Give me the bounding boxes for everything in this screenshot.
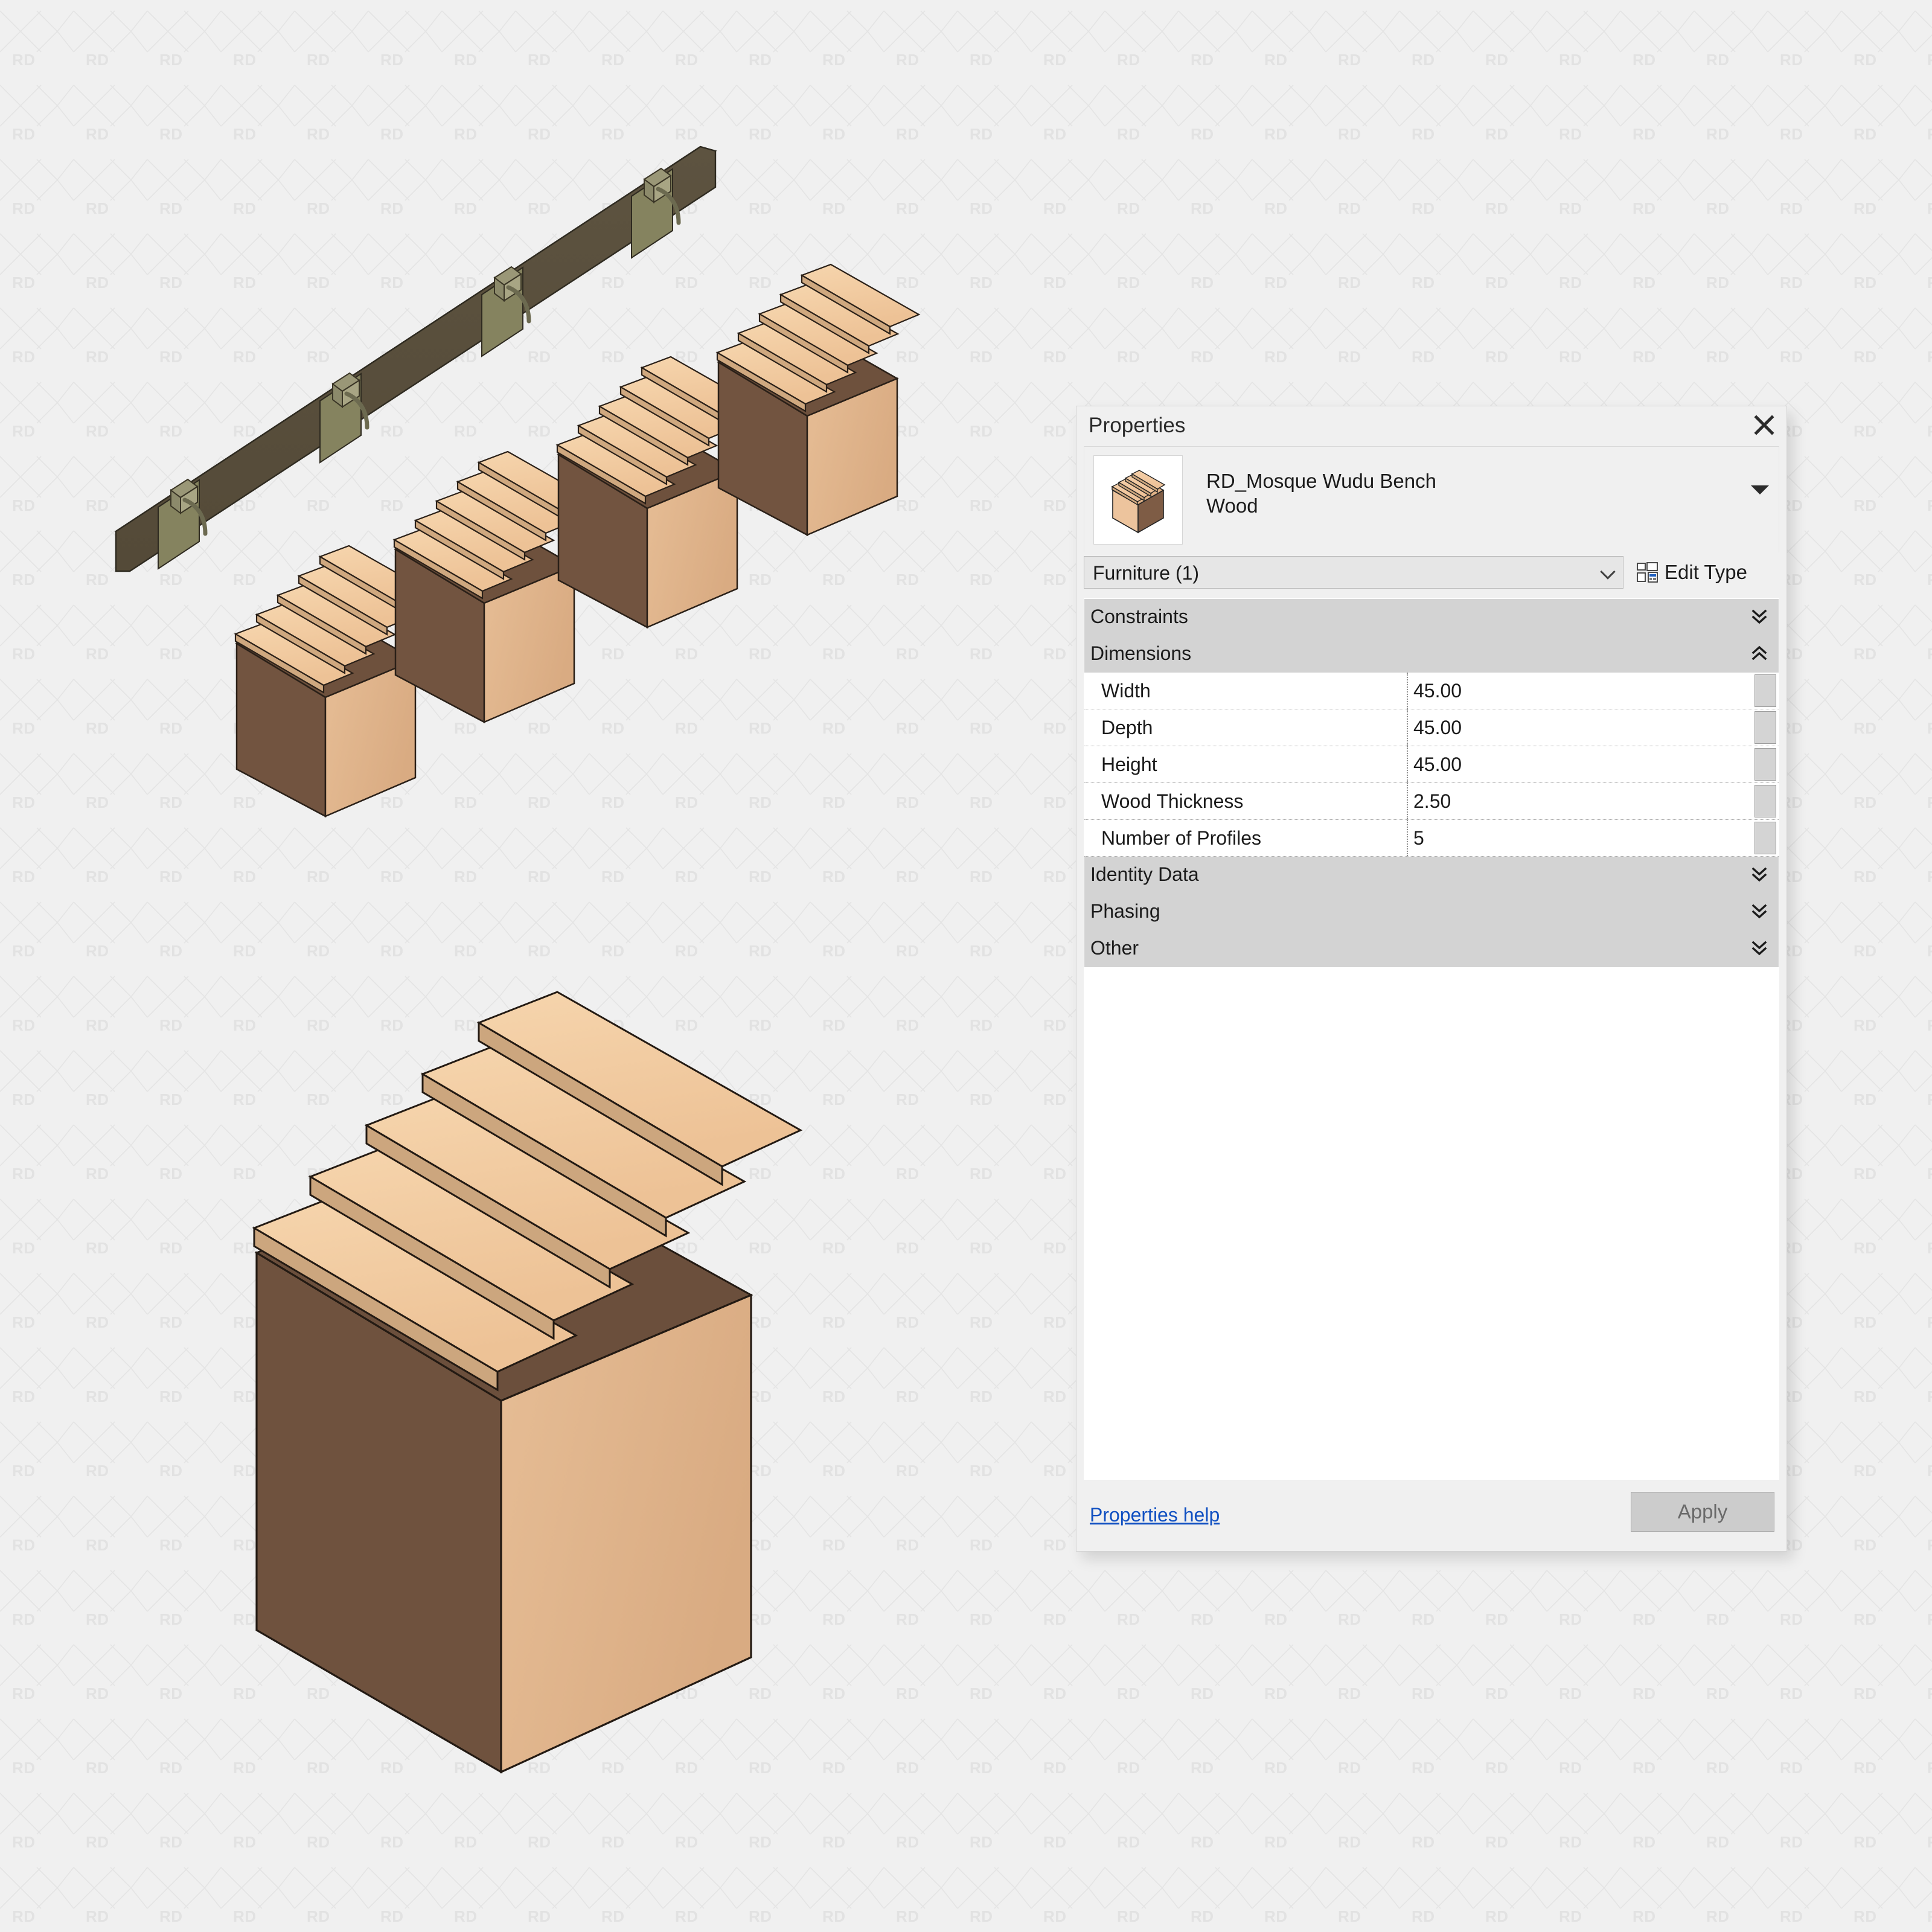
- param-label: Height: [1101, 753, 1157, 775]
- table-row[interactable]: Depth 45.00: [1084, 709, 1779, 746]
- edit-type-label: Edit Type: [1665, 561, 1747, 583]
- category-select-label: Furniture (1): [1093, 562, 1200, 584]
- param-value[interactable]: 45.00: [1413, 680, 1462, 702]
- group-row-identity-data[interactable]: Identity Data: [1084, 857, 1779, 894]
- table-row[interactable]: Width 45.00: [1084, 673, 1779, 709]
- properties-table[interactable]: Constraints Dimensions Width 45.00 Depth…: [1084, 598, 1779, 1480]
- panel-title: Properties: [1089, 414, 1186, 437]
- panel-titlebar: Properties: [1076, 406, 1786, 443]
- table-row[interactable]: Height 45.00: [1084, 746, 1779, 783]
- properties-help-link[interactable]: Properties help: [1090, 1504, 1220, 1526]
- column-divider: [1407, 820, 1408, 856]
- value-stepper[interactable]: [1754, 785, 1776, 817]
- table-row[interactable]: Number of Profiles 5: [1084, 820, 1779, 857]
- panel-footer: Properties help Apply: [1076, 1486, 1786, 1551]
- edit-type-button[interactable]: Edit Type: [1637, 557, 1747, 587]
- chevron-double-down-icon: [1751, 904, 1767, 919]
- group-label: Other: [1090, 937, 1139, 959]
- param-label: Width: [1101, 680, 1151, 702]
- value-stepper[interactable]: [1754, 674, 1776, 707]
- table-row[interactable]: Wood Thickness 2.50: [1084, 783, 1779, 820]
- value-stepper[interactable]: [1754, 748, 1776, 781]
- chevron-double-down-icon: [1751, 941, 1767, 956]
- type-thumbnail: [1093, 455, 1183, 545]
- apply-button[interactable]: Apply: [1631, 1492, 1774, 1532]
- edit-type-icon: [1637, 562, 1658, 583]
- properties-panel[interactable]: Properties RD_Mosque Wudu Bench Wood Fur…: [1076, 406, 1787, 1552]
- chevron-down-icon[interactable]: [1751, 485, 1769, 494]
- chevron-down-icon: [1600, 564, 1616, 580]
- value-stepper[interactable]: [1754, 711, 1776, 744]
- column-divider: [1407, 783, 1408, 819]
- type-name-label: RD_Mosque Wudu Bench Wood: [1206, 470, 1436, 517]
- group-row-constraints[interactable]: Constraints: [1084, 599, 1779, 636]
- chevron-double-down-icon: [1751, 609, 1767, 624]
- group-row-dimensions[interactable]: Dimensions: [1084, 636, 1779, 673]
- type-selector-header[interactable]: RD_Mosque Wudu Bench Wood: [1084, 446, 1779, 552]
- param-label: Wood Thickness: [1101, 790, 1244, 812]
- close-icon[interactable]: [1750, 411, 1778, 439]
- group-label: Identity Data: [1090, 863, 1199, 885]
- group-row-other[interactable]: Other: [1084, 930, 1779, 967]
- column-divider: [1407, 709, 1408, 746]
- group-label: Dimensions: [1090, 642, 1192, 664]
- group-label: Constraints: [1090, 606, 1188, 627]
- group-row-phasing[interactable]: Phasing: [1084, 894, 1779, 930]
- param-value[interactable]: 2.50: [1413, 790, 1451, 813]
- category-select[interactable]: Furniture (1): [1084, 556, 1623, 589]
- param-value[interactable]: 45.00: [1413, 753, 1462, 776]
- param-label: Number of Profiles: [1101, 827, 1261, 849]
- table-empty-area: [1084, 967, 1779, 1479]
- column-divider: [1407, 673, 1408, 709]
- bench-thumbnail-icon: [1111, 470, 1166, 534]
- param-label: Depth: [1101, 717, 1153, 738]
- param-value[interactable]: 45.00: [1413, 717, 1462, 739]
- column-divider: [1407, 746, 1408, 782]
- category-row: Furniture (1) Edit Type: [1084, 556, 1779, 589]
- chevron-double-up-icon: [1751, 645, 1767, 661]
- param-value[interactable]: 5: [1413, 827, 1424, 849]
- value-stepper[interactable]: [1754, 822, 1776, 854]
- chevron-double-down-icon: [1751, 867, 1767, 882]
- group-label: Phasing: [1090, 900, 1160, 922]
